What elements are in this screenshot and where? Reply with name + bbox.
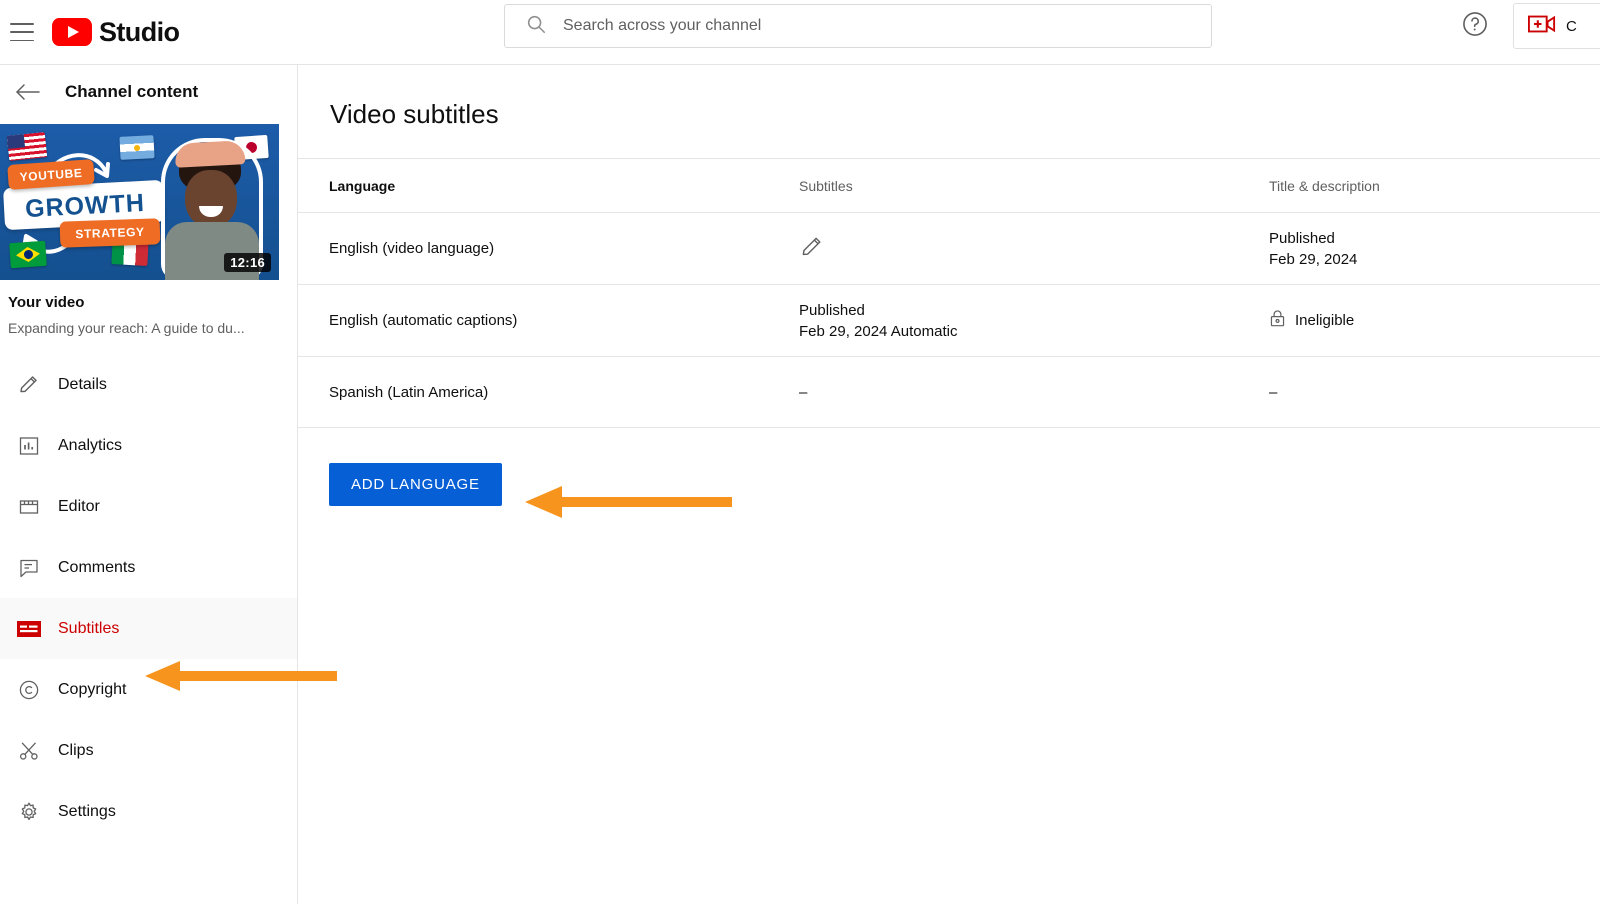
search-icon	[525, 13, 547, 40]
bar-chart-icon	[0, 434, 58, 458]
back-label: Channel content	[65, 82, 198, 102]
sidebar-item-label: Settings	[58, 803, 116, 821]
sidebar: Channel content YOUTUBE GROWTH STRATEGY	[0, 65, 298, 904]
main-content: Video subtitles Language Subtitles Title…	[298, 65, 1600, 904]
back-arrow-icon	[8, 82, 48, 102]
video-title-text: Expanding your reach: A guide to du...	[8, 320, 285, 336]
sidebar-item-label: Copyright	[58, 681, 126, 699]
hamburger-icon[interactable]	[10, 23, 34, 41]
flag-us-icon	[7, 132, 47, 161]
back-to-channel-content[interactable]: Channel content	[0, 65, 297, 119]
thumbnail-strategy-badge: STRATEGY	[60, 218, 161, 247]
row-subtitles-date: Feb 29, 2024 Automatic	[799, 323, 1269, 340]
video-thumbnail[interactable]: YOUTUBE GROWTH STRATEGY 12:16	[0, 124, 279, 280]
subtitles-icon	[0, 618, 58, 640]
table-row[interactable]: English (video language) Published Feb 2…	[298, 212, 1600, 284]
row-language: Spanish (Latin America)	[329, 384, 799, 401]
comment-icon	[0, 556, 58, 580]
studio-logo[interactable]: Studio	[52, 17, 179, 48]
sidebar-item-details[interactable]: Details	[0, 354, 297, 415]
row-subtitles-cell[interactable]	[799, 234, 1269, 264]
sidebar-item-label: Analytics	[58, 437, 122, 455]
row-subtitles-status: Published	[799, 302, 1269, 319]
search-input[interactable]	[563, 6, 1211, 46]
row-subtitles-status: –	[799, 384, 1269, 401]
column-header-subtitles: Subtitles	[799, 178, 1269, 194]
sidebar-item-label: Editor	[58, 498, 100, 516]
add-language-button[interactable]: ADD LANGUAGE	[329, 463, 502, 506]
row-title-description-cell: Ineligible	[1269, 309, 1600, 332]
sidebar-item-label: Subtitles	[58, 620, 119, 638]
scissors-icon	[0, 739, 58, 763]
row-language: English (video language)	[329, 240, 799, 257]
top-bar: Studio	[0, 0, 1600, 65]
column-header-language: Language	[329, 178, 799, 194]
create-video-icon	[1528, 13, 1556, 40]
search-bar[interactable]	[504, 4, 1212, 48]
clapboard-icon	[0, 495, 58, 519]
subtitles-table: Language Subtitles Title & description E…	[298, 158, 1600, 428]
row-title-date: Feb 29, 2024	[1269, 251, 1600, 268]
table-row[interactable]: Spanish (Latin America) – –	[298, 356, 1600, 428]
pencil-icon[interactable]	[799, 247, 825, 264]
row-title-description-cell: Published Feb 29, 2024	[1269, 230, 1600, 268]
row-language: English (automatic captions)	[329, 312, 799, 329]
sidebar-item-settings[interactable]: Settings	[0, 781, 297, 842]
row-title-status: Published	[1269, 230, 1600, 247]
sidebar-item-label: Clips	[58, 742, 94, 760]
sidebar-item-label: Details	[58, 376, 107, 394]
video-meta: Your video Expanding your reach: A guide…	[0, 280, 297, 348]
copyright-icon	[0, 678, 58, 702]
sidebar-nav: Details Analytics	[0, 354, 297, 842]
video-duration-badge: 12:16	[224, 253, 271, 272]
row-subtitles-cell: Published Feb 29, 2024 Automatic	[799, 302, 1269, 340]
lock-icon	[1269, 309, 1286, 332]
help-button[interactable]	[1459, 8, 1491, 40]
row-title-status: Ineligible	[1295, 312, 1354, 329]
sidebar-item-analytics[interactable]: Analytics	[0, 415, 297, 476]
row-title-status: –	[1269, 384, 1600, 401]
create-button[interactable]: C	[1513, 3, 1600, 49]
your-video-label: Your video	[8, 294, 285, 311]
brand-name: Studio	[99, 17, 179, 48]
column-header-title-description: Title & description	[1269, 178, 1600, 194]
youtube-logo-icon	[52, 18, 92, 46]
create-button-label: C	[1566, 18, 1577, 35]
youtube-studio-window: Studio	[0, 0, 1600, 904]
flag-brazil-icon	[9, 241, 47, 268]
gear-icon	[0, 800, 58, 824]
table-header-row: Language Subtitles Title & description	[298, 158, 1600, 212]
page-title: Video subtitles	[298, 65, 1600, 130]
sidebar-item-label: Comments	[58, 559, 135, 577]
table-row[interactable]: English (automatic captions) Published F…	[298, 284, 1600, 356]
sidebar-item-clips[interactable]: Clips	[0, 720, 297, 781]
flag-argentina-icon	[119, 135, 154, 160]
sidebar-item-subtitles[interactable]: Subtitles	[0, 598, 297, 659]
sidebar-item-comments[interactable]: Comments	[0, 537, 297, 598]
sidebar-item-copyright[interactable]: Copyright	[0, 659, 297, 720]
pencil-icon	[0, 373, 58, 397]
sidebar-item-editor[interactable]: Editor	[0, 476, 297, 537]
